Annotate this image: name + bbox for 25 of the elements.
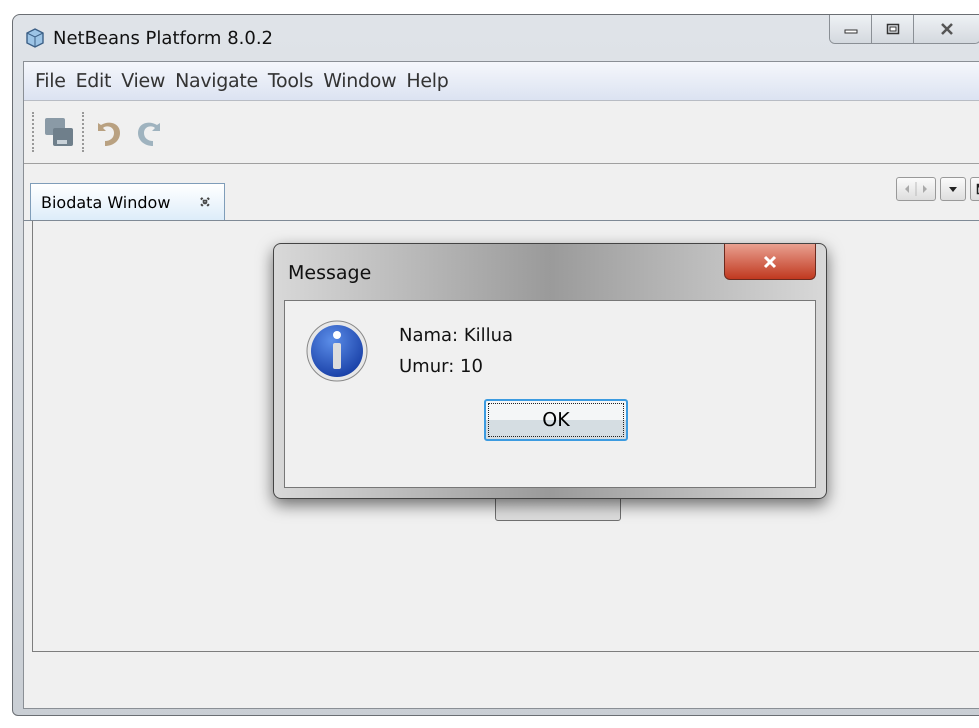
message-text: Nama: Killua bbox=[399, 325, 514, 346]
menu-item[interactable]: View bbox=[116, 70, 170, 92]
dialog-title: Message bbox=[287, 262, 372, 284]
cube-icon bbox=[25, 28, 45, 48]
menu-item[interactable]: File bbox=[30, 70, 71, 92]
menu-item[interactable]: Edit bbox=[70, 70, 116, 92]
maximize-icon bbox=[886, 23, 900, 35]
close-icon bbox=[761, 254, 779, 268]
info-icon bbox=[305, 319, 369, 383]
dropdown-icon[interactable] bbox=[940, 177, 966, 201]
close-button[interactable] bbox=[914, 15, 979, 43]
message-text: Umur: 10 bbox=[399, 356, 484, 377]
close-button[interactable] bbox=[724, 244, 816, 280]
window-title: NetBeans Platform 8.0.2 bbox=[53, 28, 273, 48]
close-icon bbox=[939, 22, 955, 36]
close-icon[interactable] bbox=[200, 197, 210, 207]
menu-item[interactable]: Help bbox=[401, 70, 454, 92]
maximize-button[interactable] bbox=[872, 15, 914, 43]
document-tab[interactable]: Biodata Window bbox=[30, 183, 226, 220]
menu-item[interactable]: Tools bbox=[262, 70, 318, 92]
save-all-icon[interactable] bbox=[42, 115, 76, 149]
minimize-button[interactable] bbox=[830, 15, 872, 43]
menu-item[interactable]: Window bbox=[318, 70, 402, 92]
menu-item[interactable]: Navigate bbox=[170, 70, 263, 92]
ok-button[interactable]: OK bbox=[484, 399, 628, 441]
